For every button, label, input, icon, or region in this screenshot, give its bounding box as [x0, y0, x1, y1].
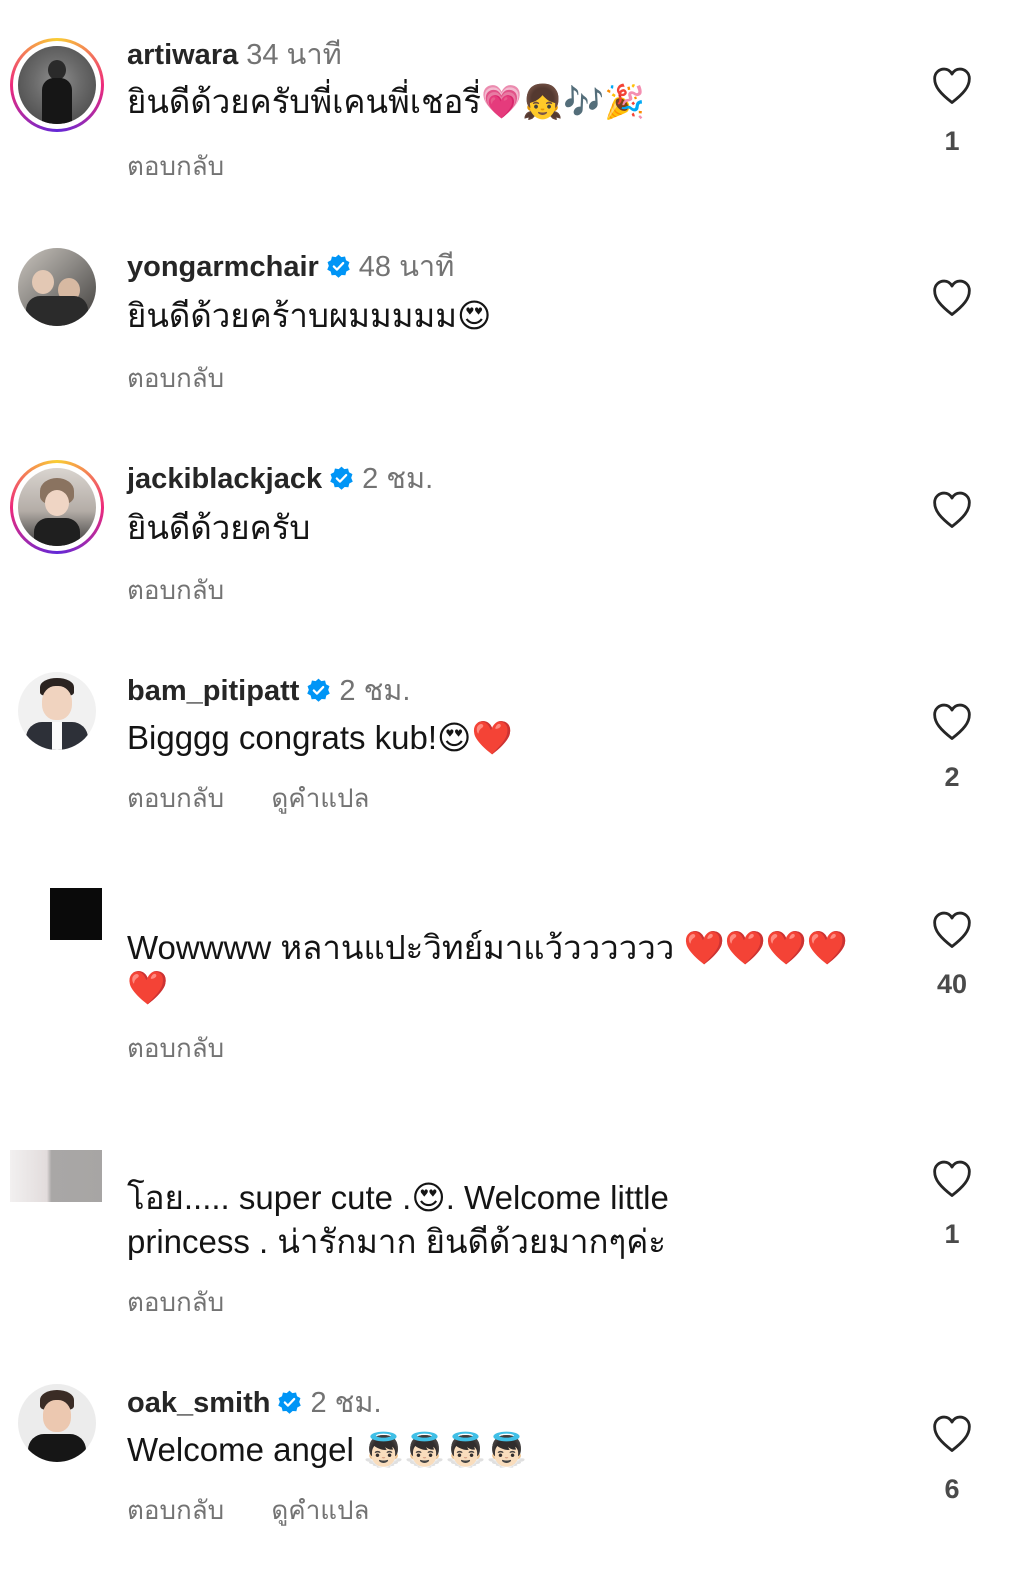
comment-actions: ตอบกลับ ดูคำแปล — [127, 778, 410, 819]
timestamp: 2 ชม. — [339, 675, 411, 707]
comment-meta: oak_smith 2 ชม. — [127, 1386, 382, 1420]
heart-outline-icon[interactable] — [932, 491, 972, 529]
avatar[interactable] — [10, 38, 104, 132]
username[interactable]: artiwara — [127, 39, 238, 71]
comment-meta: artiwara 34 นาที — [127, 38, 342, 72]
reply-button[interactable]: ตอบกลับ — [127, 151, 224, 181]
username[interactable]: jackiblackjack — [127, 463, 322, 495]
comment-actions: ตอบกลับ — [127, 146, 264, 187]
avatar[interactable] — [10, 1150, 102, 1202]
comment-text: ยินดีด้วยคร้าบผมมมมม😍 — [127, 297, 492, 334]
comment-meta: yongarmchair 48 นาที — [127, 250, 454, 284]
timestamp: 48 นาที — [358, 251, 455, 283]
username[interactable]: oak_smith — [127, 1387, 270, 1419]
verified-badge-icon — [329, 466, 354, 491]
timestamp: 34 นาที — [246, 39, 342, 71]
like-count: 1 — [944, 1219, 960, 1249]
see-translation-button[interactable]: ดูคำแปล — [271, 783, 369, 813]
avatar[interactable] — [10, 1376, 104, 1470]
comment-meta: jackiblackjack 2 ชม. — [127, 462, 433, 496]
comment-actions: ตอบกลับ — [127, 1028, 264, 1069]
reply-button[interactable]: ตอบกลับ — [127, 363, 224, 393]
heart-outline-icon[interactable] — [932, 1415, 972, 1453]
avatar[interactable] — [10, 240, 104, 334]
comment-actions: ตอบกลับ — [127, 358, 264, 399]
reply-button[interactable]: ตอบกลับ — [127, 1033, 224, 1063]
comment-text: Welcome angel 👼🏻👼🏻👼🏻👼🏻 — [127, 1431, 528, 1468]
comment-text: ยินดีด้วยครับพี่เคนพี่เชอรี่💗👧🎶🎉 — [127, 83, 646, 120]
comment-text: โอย..... super cute .😍. Welcome little — [127, 1179, 669, 1216]
timestamp: 2 ชม. — [362, 463, 434, 495]
comment-text: ยินดีด้วยครับ — [127, 509, 311, 546]
heart-outline-icon[interactable] — [932, 1160, 972, 1198]
like-count: 2 — [944, 762, 960, 792]
reply-button[interactable]: ตอบกลับ — [127, 783, 224, 813]
username[interactable]: bam_pitipatt — [127, 675, 299, 707]
reply-button[interactable]: ตอบกลับ — [127, 1287, 224, 1317]
verified-badge-icon — [326, 254, 351, 279]
see-translation-button[interactable]: ดูคำแปล — [271, 1495, 369, 1525]
comment-actions: ตอบกลับ — [127, 570, 264, 611]
reply-button[interactable]: ตอบกลับ — [127, 575, 224, 605]
timestamp: 2 ชม. — [310, 1387, 382, 1419]
heart-outline-icon[interactable] — [932, 911, 972, 949]
comment-actions: ตอบกลับ ดูคำแปล — [127, 1490, 410, 1531]
heart-outline-icon[interactable] — [932, 279, 972, 317]
comment-text-line2: ❤️ — [127, 969, 169, 1006]
comment-text: Bigggg congrats kub!😍❤️ — [127, 719, 513, 756]
reply-button[interactable]: ตอบกลับ — [127, 1495, 224, 1525]
like-count: 1 — [944, 126, 960, 156]
verified-badge-icon — [306, 678, 331, 703]
avatar[interactable] — [10, 460, 104, 554]
comment-actions: ตอบกลับ — [127, 1282, 264, 1323]
avatar[interactable] — [50, 888, 102, 940]
comment-text-line2: princess . น่ารักมาก ยินดีด้วยมากๆค่ะ — [127, 1223, 667, 1260]
heart-outline-icon[interactable] — [932, 67, 972, 105]
username[interactable]: yongarmchair — [127, 251, 319, 283]
comment-text: Wowwww หลานแปะวิทย์มาแว้วววววว ❤️❤️❤️❤️ — [127, 929, 848, 966]
like-count: 40 — [936, 969, 968, 999]
verified-badge-icon — [277, 1390, 302, 1415]
comment-meta: bam_pitipatt 2 ชม. — [127, 674, 410, 708]
heart-outline-icon[interactable] — [932, 703, 972, 741]
avatar[interactable] — [10, 664, 104, 758]
like-count: 6 — [944, 1474, 960, 1504]
